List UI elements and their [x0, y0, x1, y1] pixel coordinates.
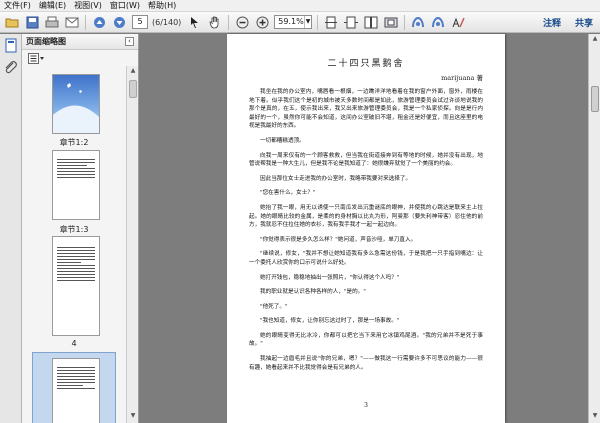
scroll-down-icon[interactable]: ▼ [129, 412, 137, 422]
fit-width-icon[interactable] [343, 14, 359, 30]
paragraph: "我也知道，修女，让你别忘这过时了，那是一场事故。" [260, 318, 400, 325]
save-icon[interactable] [24, 14, 40, 30]
scrollbar-thumb[interactable] [129, 80, 137, 98]
toolbar-divider [85, 14, 86, 30]
options-menu-icon[interactable] [28, 52, 44, 64]
toolbar-right-group: 注释 共享 [536, 12, 600, 33]
attachment-paperclip-icon[interactable] [3, 60, 19, 76]
markup-icon[interactable] [450, 14, 466, 30]
paragraph: "他死了。" [260, 303, 288, 310]
menu-view[interactable]: 视图(V) [70, 0, 106, 12]
scrollbar-thumb[interactable] [591, 86, 599, 112]
panel-header: 页面缩略图 ‹ [22, 34, 138, 50]
navigation-icon-strip [0, 34, 22, 423]
thumbnail-page[interactable] [52, 358, 100, 423]
zoom-out-icon[interactable] [234, 14, 250, 30]
panel-title: 页面缩略图 [26, 37, 66, 46]
page-thumbnails-panel: 页面缩略图 ‹ 章节1:2 章节1:3 4 5 [22, 34, 139, 423]
paragraph: 她抬了我一眼，用无以诱使一只南瓜发出沉重谜底的眼神，并使我的心跳达是联来主上拉起… [249, 204, 483, 229]
paragraph: "你觉得表示很是多久怎么样？"她问道，声音沙哑，单刀直入。 [260, 236, 417, 243]
document-page: 二十四只黑鹅舍 marijuana 著 我坐在我的办公室内，嘴唇看一根烟，一边瞧… [227, 34, 505, 423]
panel-options [22, 50, 138, 66]
comment-button[interactable]: 注释 [536, 16, 568, 29]
read-aloud-icon[interactable] [410, 14, 426, 30]
zoom-in-icon[interactable] [254, 14, 270, 30]
thumbnail-page[interactable] [52, 74, 100, 134]
thumbnail-label: 4 [71, 339, 77, 348]
zoom-level-select[interactable]: 59.1% ▼ [274, 15, 313, 29]
collapse-panel-icon[interactable]: ‹ [125, 37, 134, 46]
print-icon[interactable] [44, 14, 60, 30]
paragraph: 因此当那位女士走进我的办公室时，我略带我要对来选择了。 [260, 175, 412, 182]
fit-page-icon[interactable] [323, 14, 339, 30]
chapter-title: 二十四只黑鹅舍 [327, 59, 405, 69]
paragraph: "您在害什么，女士？" [260, 190, 316, 197]
menu-edit[interactable]: 编辑(E) [35, 0, 70, 12]
toolbar: 5 (6/140) 59.1% ▼ 注释 共享 [0, 12, 600, 33]
document-viewport: 二十四只黑鹅舍 marijuana 著 我坐在我的办公室内，嘴唇看一根烟，一边瞧… [140, 34, 588, 423]
toolbar-divider [228, 14, 230, 30]
page-count-label: (6/140) [152, 17, 182, 27]
paragraph: 她的眼睛变得无比冰冷，你都可以把它当下来用它冰镇鸡尾酒。"我的兄弟并不是死于事故… [249, 332, 483, 348]
chevron-down-icon[interactable]: ▼ [303, 16, 312, 28]
zoom-level-value: 59.1% [278, 17, 304, 26]
open-folder-icon[interactable] [4, 14, 20, 30]
thumbnail-page[interactable] [52, 236, 100, 336]
menu-help[interactable]: 帮助(H) [144, 0, 180, 12]
toolbar-divider [317, 14, 319, 30]
scroll-up-icon[interactable]: ▲ [591, 35, 599, 45]
page-number-input[interactable]: 5 [132, 15, 148, 29]
paragraph: 我抽起一边眉毛并且说"你的兄弟，嗯？"——做我这一行需要许多不可思议的能力——很… [249, 356, 483, 371]
thumbnail-label: 章节1:2 [59, 138, 89, 147]
scroll-down-icon[interactable]: ▼ [591, 412, 599, 422]
thumbnail-label: 章节1:3 [59, 225, 89, 234]
next-page-icon[interactable] [111, 14, 127, 30]
document-scrollbar[interactable]: ▲ ▼ [588, 34, 600, 423]
paragraph: 一切都糟糕透顶。 [260, 137, 305, 144]
collaborate-icon[interactable] [430, 14, 446, 30]
share-button[interactable]: 共享 [568, 16, 600, 29]
paragraph: 她打开钱包，稳稳地抽出一张照片，"你认得这个人吗？" [260, 274, 400, 281]
menu-bar: 文件(F) 编辑(E) 视图(V) 窗口(W) 帮助(H) [0, 0, 600, 12]
author-line: marijuana 著 [441, 74, 483, 82]
menu-file[interactable]: 文件(F) [0, 0, 35, 12]
paragraph: 我坐在我的办公室内，嘴唇看一根烟，一边瞧洋洋地看着在我的窗户外面，窗外，雨楼在地… [249, 89, 483, 130]
previous-page-icon[interactable] [91, 14, 107, 30]
email-icon[interactable] [64, 14, 80, 30]
page-number: 3 [364, 402, 368, 409]
page-body: 我坐在我的办公室内，嘴唇看一根烟，一边瞧洋洋地看着在我的窗户外面，窗外，雨楼在地… [249, 88, 483, 372]
select-arrow-icon[interactable] [187, 14, 203, 30]
paragraph: 我的职业就是认识各种各样的人，"是的。" [260, 289, 366, 296]
hand-tool-icon[interactable] [207, 14, 223, 30]
full-screen-icon[interactable] [383, 14, 399, 30]
thumbnail-scrollbar[interactable]: ▲ ▼ [126, 66, 138, 423]
menu-window[interactable]: 窗口(W) [106, 0, 144, 12]
paragraph: "继续说，修女，"我并不想让她知道我有多么急需这份钱，于是我把一只手指到嘴边：让… [249, 251, 483, 266]
two-page-icon[interactable] [363, 14, 379, 30]
pages-icon[interactable] [3, 38, 19, 54]
thumbnail-list: 章节1:2 章节1:3 4 5 [22, 66, 126, 423]
scroll-up-icon[interactable]: ▲ [129, 67, 137, 77]
paragraph: 向我一周来仅有的一个顾客救救，但当我在街道接奔到有等地的时候，她并没有出现，地管… [249, 152, 483, 168]
thumbnail-page[interactable] [52, 150, 100, 220]
toolbar-divider [404, 14, 406, 30]
cover-image-icon [53, 83, 99, 133]
